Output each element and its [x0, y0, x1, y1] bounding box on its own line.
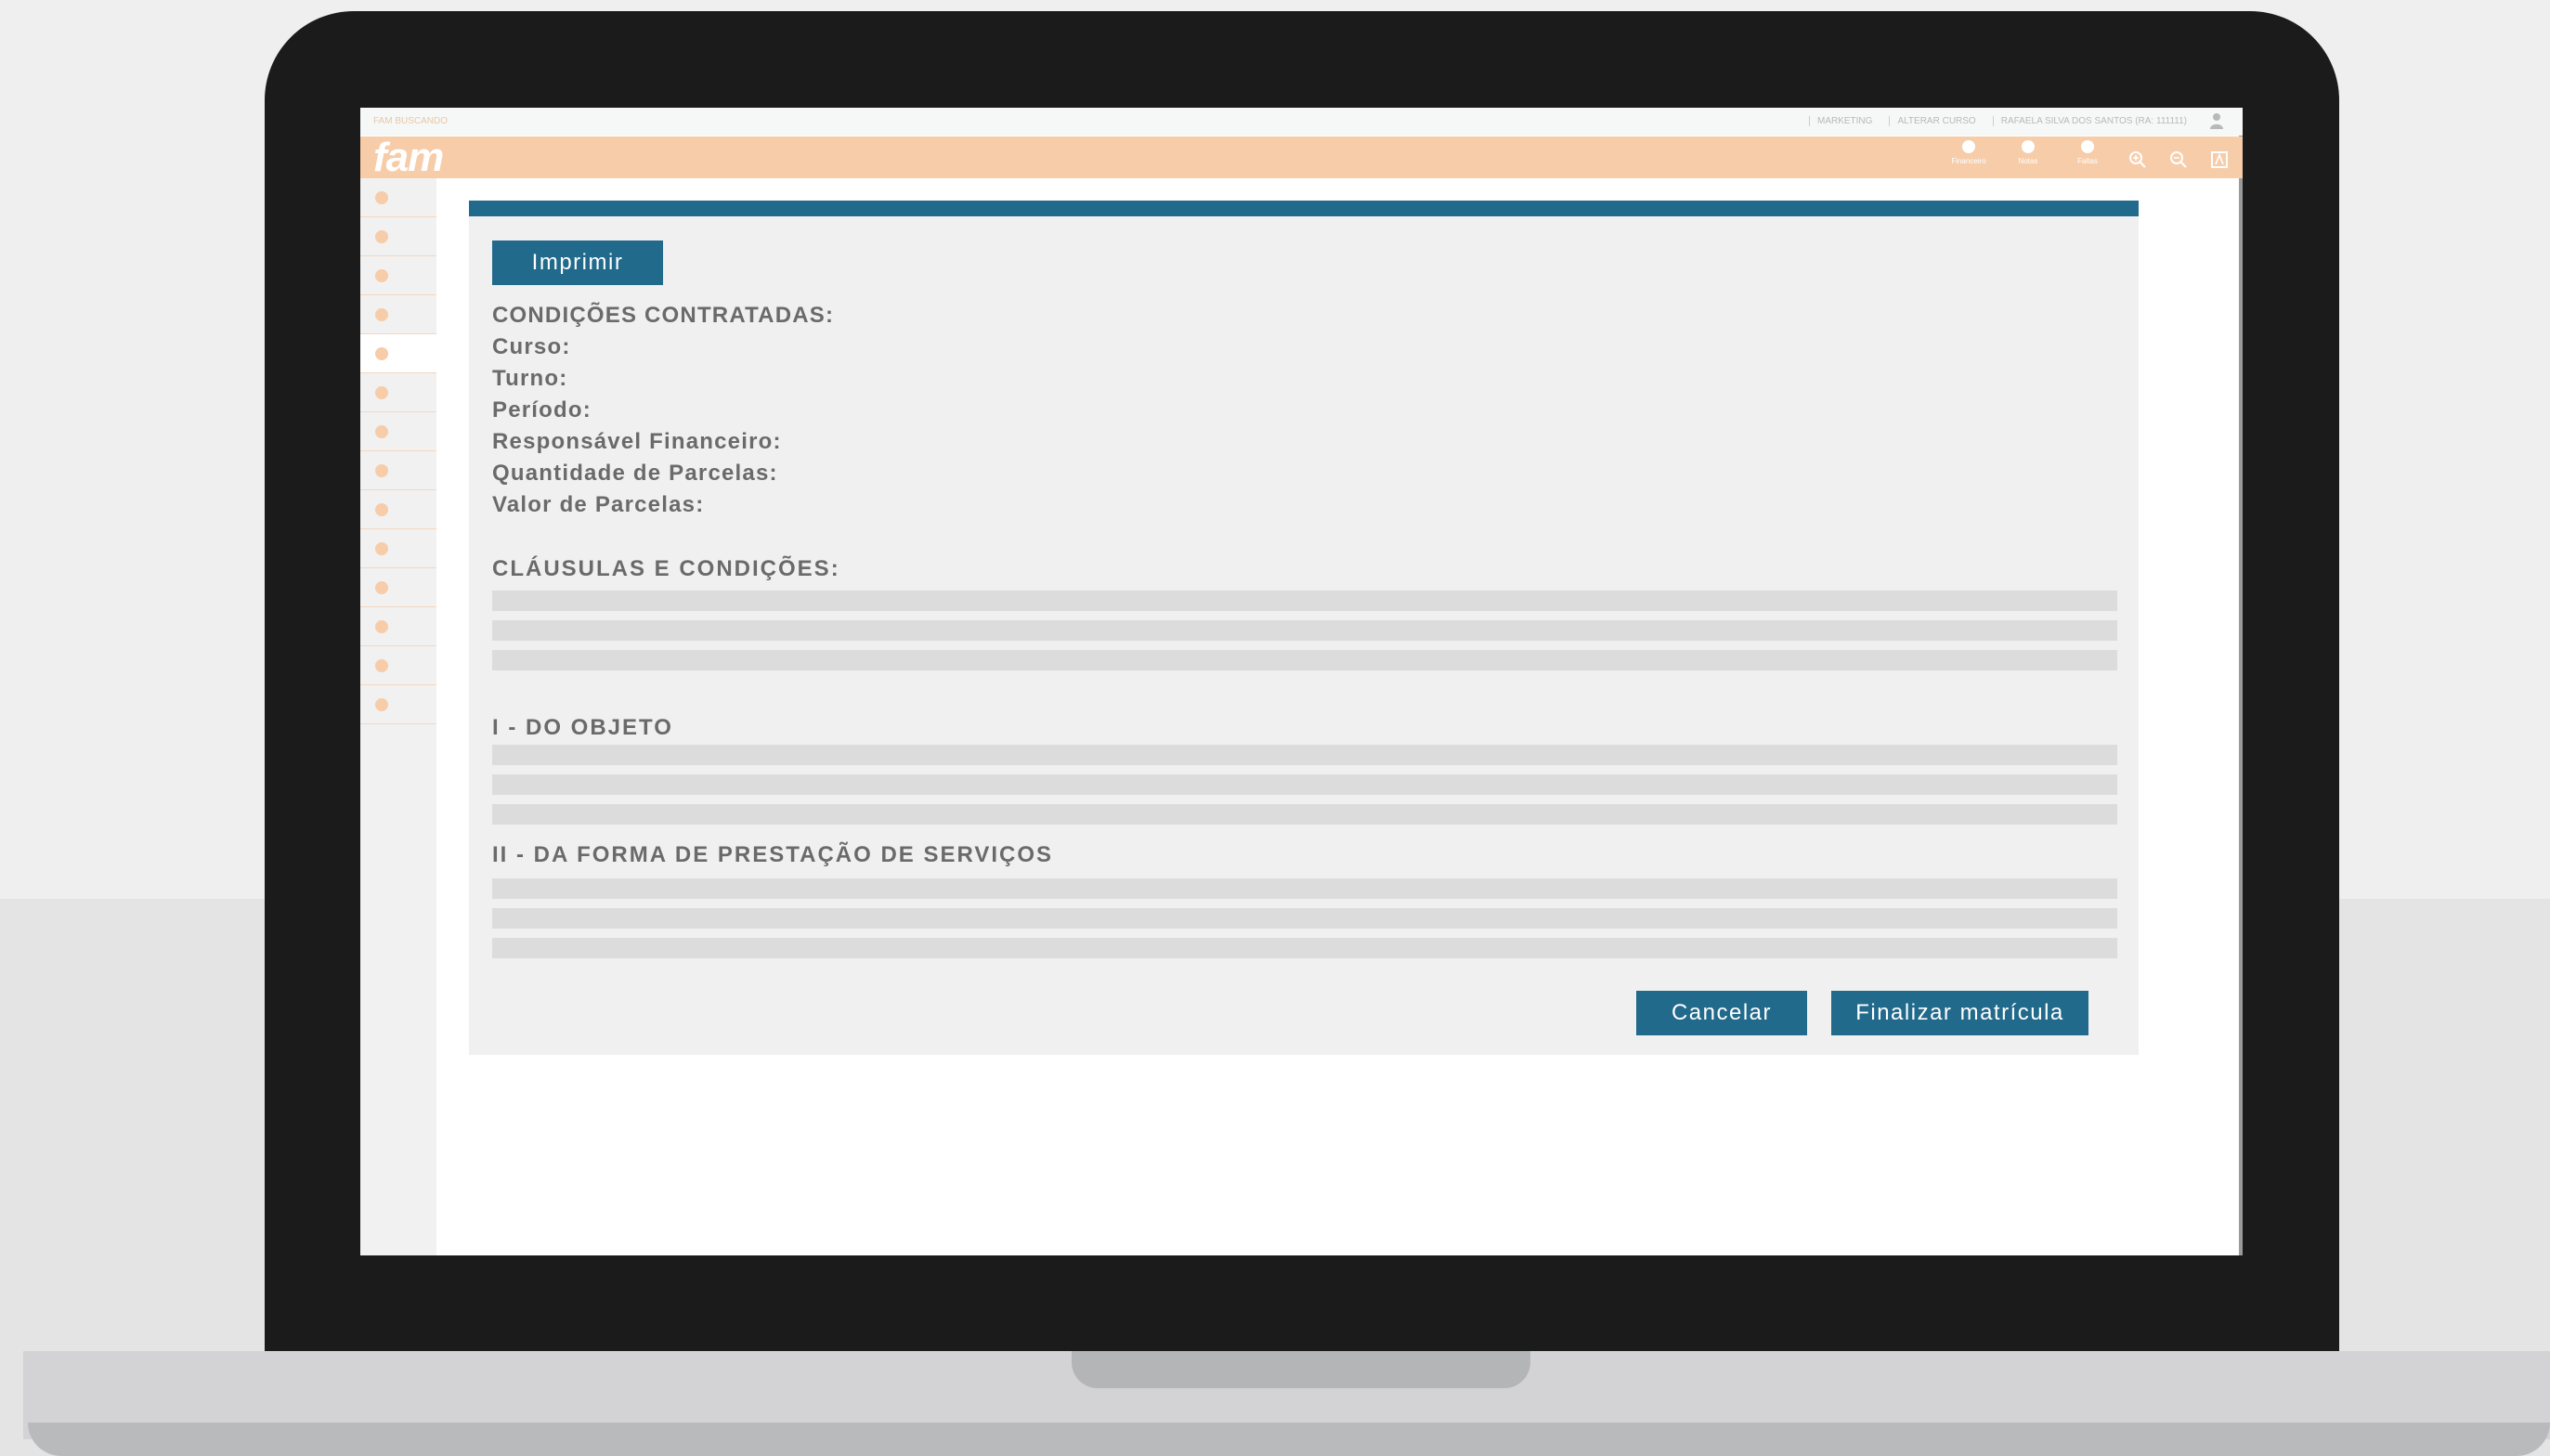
laptop-screen: FAM BUSCANDO MARKETING ALTERAR CURSO RAF… — [360, 108, 2243, 1255]
tool-financeiro[interactable]: Financeiro — [1949, 140, 1988, 165]
header-tools: Financeiro Notas Faltas — [1949, 140, 2230, 170]
sidebar-dot-icon — [375, 464, 388, 477]
sidebar-item[interactable] — [360, 217, 436, 256]
sidebar-item[interactable] — [360, 685, 436, 724]
sidebar-dot-icon — [375, 698, 388, 711]
fam-logo[interactable]: fam — [373, 136, 444, 178]
sidebar-dot-icon — [375, 347, 388, 360]
sidebar-item-active[interactable] — [360, 334, 436, 373]
section-services-heading: II - DA FORMA DE PRESTAÇÃO DE SERVIÇOS — [492, 842, 1054, 867]
sidebar-item[interactable] — [360, 490, 436, 529]
notas-icon — [2022, 140, 2035, 153]
brand-header: fam Financeiro Notas Faltas — [360, 136, 2243, 178]
section-object-heading: I - DO OBJETO — [492, 715, 673, 740]
sidebar-dot-icon — [375, 425, 388, 438]
financeiro-icon — [1962, 140, 1975, 153]
conditions-heading: CONDIÇÕES CONTRATADAS: — [492, 303, 835, 328]
zoom-out-icon[interactable] — [2168, 150, 2189, 170]
field-periodo: Período: — [492, 397, 592, 422]
top-links: MARKETING ALTERAR CURSO RAFAELA SILVA DO… — [1808, 116, 2187, 126]
sidebar-item[interactable] — [360, 178, 436, 217]
sidebar-dot-icon — [375, 191, 388, 204]
sidebar-dot-icon — [375, 620, 388, 633]
text-placeholder — [492, 774, 2117, 795]
sidebar-item[interactable] — [360, 568, 436, 607]
sidebar-item[interactable] — [360, 412, 436, 451]
sidebar-item[interactable] — [360, 373, 436, 412]
text-placeholder — [492, 620, 2117, 641]
sidebar-item[interactable] — [360, 529, 436, 568]
sidebar-item[interactable] — [360, 646, 436, 685]
tool-label: Financeiro — [1951, 157, 1986, 165]
faltas-icon — [2081, 140, 2094, 153]
sidebar-dot-icon — [375, 269, 388, 282]
field-turno: Turno: — [492, 366, 568, 391]
text-placeholder — [492, 591, 2117, 611]
field-responsavel-financeiro: Responsável Financeiro: — [492, 429, 782, 454]
tool-faltas[interactable]: Faltas — [2068, 140, 2107, 165]
laptop-trackpad-notch — [1072, 1351, 1530, 1388]
zoom-in-icon[interactable] — [2127, 150, 2148, 170]
field-quantidade-parcelas: Quantidade de Parcelas: — [492, 461, 778, 486]
laptop-base-bottom — [28, 1423, 2550, 1456]
top-utility-bar: FAM BUSCANDO MARKETING ALTERAR CURSO RAF… — [360, 108, 2243, 136]
text-placeholder — [492, 878, 2117, 899]
sidebar-item[interactable] — [360, 256, 436, 295]
tool-label: Notas — [2018, 157, 2038, 165]
text-placeholder — [492, 938, 2117, 958]
tool-label: Faltas — [2077, 157, 2098, 165]
clauses-heading: CLÁUSULAS E CONDIÇÕES: — [492, 556, 840, 581]
sidebar-item[interactable] — [360, 607, 436, 646]
text-placeholder — [492, 745, 2117, 765]
screen-edge — [2239, 108, 2243, 1255]
sidebar-item[interactable] — [360, 295, 436, 334]
field-curso: Curso: — [492, 334, 571, 359]
finish-enrollment-button[interactable]: Finalizar matrícula — [1831, 991, 2088, 1035]
link-user-name[interactable]: RAFAELA SILVA DOS SANTOS (RA: 111111) — [1992, 116, 2187, 126]
contract-panel: Imprimir CONDIÇÕES CONTRATADAS: Curso: T… — [469, 201, 2139, 1055]
user-avatar-icon[interactable] — [2209, 112, 2224, 129]
sidebar — [360, 178, 436, 1255]
contracted-conditions: CONDIÇÕES CONTRATADAS: Curso: Turno: Per… — [492, 300, 834, 521]
sidebar-dot-icon — [375, 503, 388, 516]
contrast-icon[interactable] — [2209, 150, 2230, 170]
system-name: FAM BUSCANDO — [373, 116, 449, 126]
sidebar-item[interactable] — [360, 451, 436, 490]
sidebar-dot-icon — [375, 386, 388, 399]
panel-header-bar — [469, 201, 2139, 216]
sidebar-dot-icon — [375, 542, 388, 555]
sidebar-dot-icon — [375, 308, 388, 321]
link-change-course[interactable]: ALTERAR CURSO — [1889, 116, 1976, 126]
sidebar-dot-icon — [375, 581, 388, 594]
print-button[interactable]: Imprimir — [492, 240, 663, 285]
text-placeholder — [492, 650, 2117, 670]
sidebar-dot-icon — [375, 230, 388, 243]
field-valor-parcelas: Valor de Parcelas: — [492, 492, 705, 517]
text-placeholder — [492, 908, 2117, 929]
tool-notas[interactable]: Notas — [2009, 140, 2048, 165]
cancel-button[interactable]: Cancelar — [1636, 991, 1807, 1035]
text-placeholder — [492, 804, 2117, 825]
sidebar-dot-icon — [375, 659, 388, 672]
link-marketing[interactable]: MARKETING — [1808, 116, 1872, 126]
